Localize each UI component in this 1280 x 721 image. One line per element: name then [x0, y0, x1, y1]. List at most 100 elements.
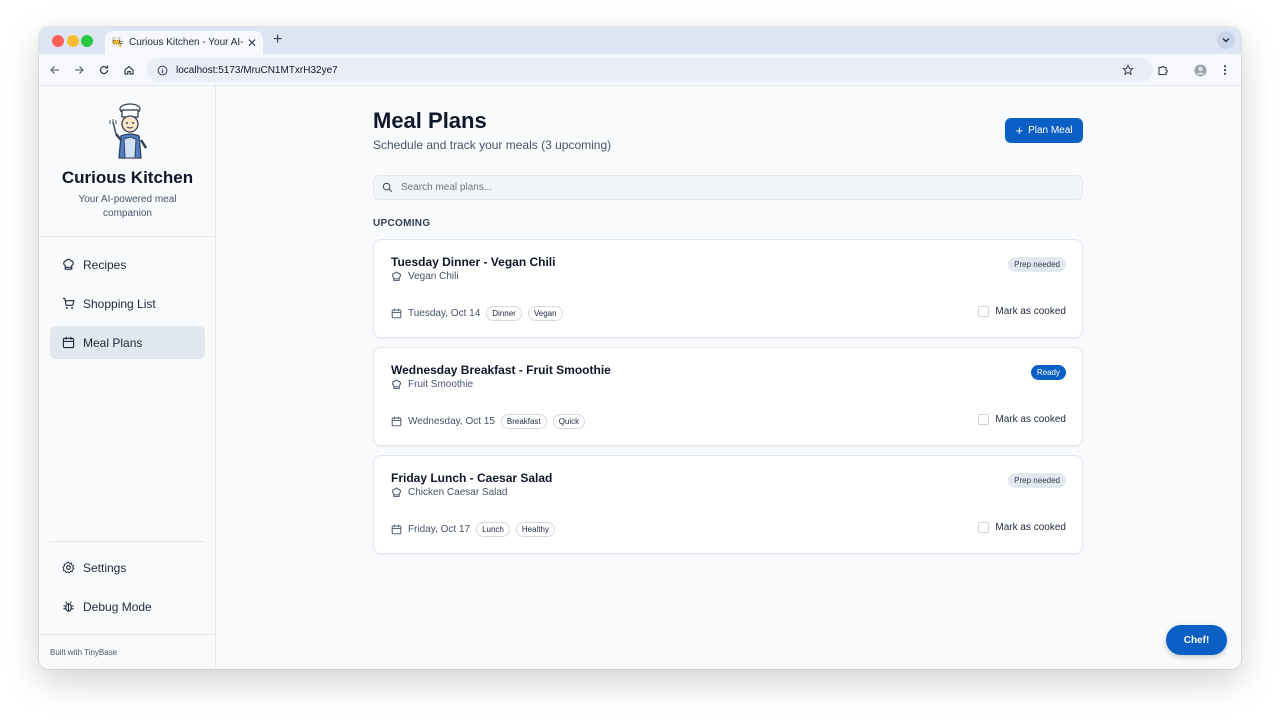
- meal-date: Friday, Oct 17: [408, 524, 471, 535]
- chef-hat-icon: [63, 258, 74, 270]
- nav-item-debug-mode[interactable]: Debug Mode: [50, 590, 205, 623]
- meal-plan-title: Tuesday Dinner - Vegan Chili: [391, 255, 556, 269]
- kebab-menu-icon: [1223, 65, 1227, 75]
- browser-menu-button[interactable]: [1217, 62, 1233, 78]
- meal-plan-meta: Friday, Oct 17 Lunch Healthy: [391, 522, 561, 537]
- meal-plan-recipe[interactable]: Vegan Chili: [391, 271, 459, 282]
- search-box: [373, 175, 1083, 200]
- tag-chip: Lunch: [476, 522, 510, 537]
- browser-window: 🧑‍🍳 Curious Kitchen - Your AI-po ✕ + loc…: [39, 27, 1241, 669]
- recipe-name: Chicken Caesar Salad: [408, 487, 508, 498]
- meal-date: Wednesday, Oct 15: [408, 416, 495, 427]
- tab-title: Curious Kitchen - Your AI-po: [129, 37, 243, 48]
- divider: [39, 236, 216, 237]
- calendar-icon: [391, 416, 402, 427]
- calendar-icon: [391, 524, 402, 535]
- calendar-icon: [391, 308, 402, 319]
- meal-plan-card[interactable]: Wednesday Breakfast - Fruit Smoothie Fru…: [373, 347, 1083, 446]
- back-button[interactable]: [47, 62, 63, 78]
- new-tab-button[interactable]: +: [273, 31, 282, 49]
- mark-as-cooked-toggle[interactable]: Mark as cooked: [978, 306, 1066, 317]
- mark-as-cooked-checkbox[interactable]: [978, 414, 990, 425]
- reload-button[interactable]: [96, 62, 112, 78]
- nav-label: Shopping List: [83, 296, 156, 311]
- browser-tab[interactable]: 🧑‍🍳 Curious Kitchen - Your AI-po ✕: [105, 31, 263, 54]
- recipe-name: Vegan Chili: [408, 271, 459, 282]
- mark-as-cooked-label: Mark as cooked: [995, 414, 1066, 425]
- profile-avatar[interactable]: [1192, 62, 1208, 78]
- mark-as-cooked-checkbox[interactable]: [978, 306, 990, 317]
- forward-button[interactable]: [71, 62, 87, 78]
- tab-search-button[interactable]: [1217, 31, 1235, 49]
- meal-plan-title: Wednesday Breakfast - Fruit Smoothie: [391, 363, 611, 377]
- chef-mascot-logo: [109, 103, 148, 159]
- minimize-window-button[interactable]: [67, 35, 79, 47]
- extensions-button[interactable]: [1155, 62, 1171, 78]
- tab-close-icon[interactable]: ✕: [247, 36, 257, 50]
- puzzle-icon: [1158, 65, 1168, 76]
- mark-as-cooked-toggle[interactable]: Mark as cooked: [978, 522, 1066, 533]
- brand-name: Curious Kitchen: [61, 168, 194, 187]
- main-content: Meal Plans Schedule and track your meals…: [216, 86, 1241, 669]
- tag-chip: Dinner: [486, 306, 522, 321]
- page-subtitle: Schedule and track your meals (3 upcomin…: [373, 138, 612, 152]
- nav-label: Settings: [83, 560, 127, 575]
- divider: [50, 541, 205, 542]
- status-badge: Prep needed: [1008, 473, 1066, 488]
- meal-plan-card[interactable]: Friday Lunch - Caesar Salad Chicken Caes…: [373, 455, 1083, 554]
- meal-plan-recipe[interactable]: Chicken Caesar Salad: [391, 487, 508, 498]
- chef-chat-button[interactable]: Chef!: [1166, 625, 1227, 655]
- tag-chip: Quick: [552, 414, 586, 429]
- bookmark-button[interactable]: [1120, 62, 1136, 78]
- nav-label: Recipes: [83, 257, 127, 272]
- nav-label: Debug Mode: [83, 599, 152, 614]
- recipe-name: Fruit Smoothie: [408, 379, 474, 390]
- favicon-icon: 🧑‍🍳: [111, 36, 124, 48]
- home-icon: [124, 65, 134, 75]
- search-icon: [382, 182, 393, 193]
- meal-plan-meta: Tuesday, Oct 14 Dinner Vegan: [391, 306, 569, 321]
- meal-plan-card[interactable]: Tuesday Dinner - Vegan Chili Vegan Chili…: [373, 239, 1083, 338]
- tag-chip: Vegan: [527, 306, 563, 321]
- app-root: Curious Kitchen Your AI-powered meal com…: [39, 86, 1241, 669]
- star-icon: [1122, 64, 1134, 76]
- meal-plan-recipe[interactable]: Fruit Smoothie: [391, 379, 473, 390]
- mark-as-cooked-checkbox[interactable]: [978, 522, 990, 533]
- chef-hat-icon: [392, 379, 401, 389]
- section-heading-upcoming: UPCOMING: [373, 218, 431, 229]
- mark-as-cooked-label: Mark as cooked: [995, 306, 1066, 317]
- home-button[interactable]: [121, 62, 137, 78]
- avatar-icon: [1194, 64, 1206, 76]
- tag-chip: Healthy: [515, 522, 555, 537]
- nav-label: Meal Plans: [83, 335, 143, 350]
- nav-item-settings[interactable]: Settings: [50, 551, 205, 584]
- site-info-icon[interactable]: [157, 65, 168, 76]
- close-window-button[interactable]: [52, 35, 64, 47]
- status-badge: Ready: [1030, 365, 1066, 380]
- cart-icon: [62, 297, 75, 309]
- meal-date: Tuesday, Oct 14: [408, 308, 481, 319]
- tab-strip: 🧑‍🍳 Curious Kitchen - Your AI-po ✕ +: [39, 27, 1241, 54]
- sidebar: Curious Kitchen Your AI-powered meal com…: [39, 86, 216, 669]
- tag-chip: Breakfast: [500, 414, 547, 429]
- nav-item-recipes[interactable]: Recipes: [50, 248, 205, 281]
- mark-as-cooked-label: Mark as cooked: [995, 522, 1066, 533]
- reload-icon: [99, 65, 109, 75]
- brand-tagline: Your AI-powered meal companion: [78, 194, 177, 219]
- calendar-icon: [62, 336, 75, 349]
- address-bar[interactable]: localhost:5173/MruCN1MTxrH32ye7: [147, 58, 1153, 82]
- gear-icon: [62, 561, 75, 574]
- nav-item-shopping-list[interactable]: Shopping List: [50, 287, 205, 320]
- search-input[interactable]: [401, 182, 1001, 193]
- chef-hat-icon: [392, 487, 401, 497]
- arrow-right-icon: [75, 66, 84, 74]
- page-title: Meal Plans: [373, 108, 487, 133]
- plan-meal-button[interactable]: + Plan Meal: [1005, 118, 1083, 143]
- mark-as-cooked-toggle[interactable]: Mark as cooked: [978, 414, 1066, 425]
- nav-item-meal-plans[interactable]: Meal Plans: [50, 326, 205, 359]
- meal-plan-meta: Wednesday, Oct 15 Breakfast Quick: [391, 414, 591, 429]
- maximize-window-button[interactable]: [81, 35, 93, 47]
- browser-toolbar: localhost:5173/MruCN1MTxrH32ye7: [39, 54, 1241, 86]
- arrow-left-icon: [50, 66, 59, 74]
- bug-icon: [63, 601, 74, 612]
